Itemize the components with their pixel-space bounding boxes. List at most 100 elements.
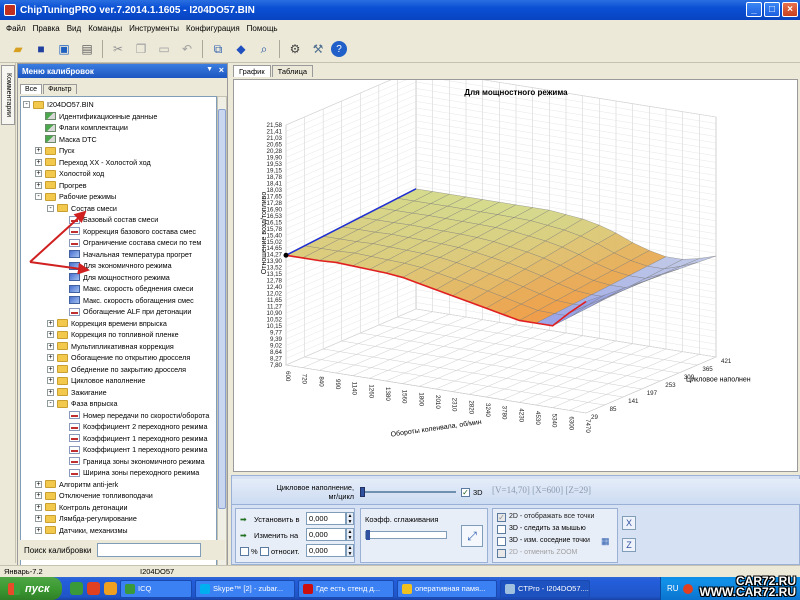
tab-table[interactable]: Таблица xyxy=(271,65,314,77)
print-icon[interactable]: ▤ xyxy=(77,39,97,59)
relative-checkbox[interactable] xyxy=(260,547,269,556)
apply-smoothing-icon[interactable]: ⤢ xyxy=(461,525,483,547)
tree-scrollbar[interactable] xyxy=(217,96,227,585)
undo-icon[interactable]: ↶ xyxy=(177,39,197,59)
tree-item[interactable]: - Рабочие режимы xyxy=(35,191,116,202)
tree-scrollbar-thumb[interactable] xyxy=(218,109,226,509)
tools-icon[interactable]: ⚒ xyxy=(308,39,328,59)
tree-item[interactable]: Маска DTC xyxy=(35,134,97,145)
task-opera[interactable]: Где есть стенд д... xyxy=(298,579,394,598)
relative-value-spinner[interactable]: ▲ ▼ xyxy=(346,544,354,557)
set-value-spinner[interactable]: ▲ ▼ xyxy=(346,512,354,525)
help-icon[interactable]: ? xyxy=(331,41,347,57)
task-chrome[interactable]: оперативная памя... xyxy=(397,579,497,598)
tree-item[interactable]: Ширина зоны переходного режима xyxy=(59,467,199,478)
tree-item[interactable]: + Переход XX - Холостой ход xyxy=(35,157,151,168)
expand-icon[interactable]: + xyxy=(47,388,54,396)
set-value-input[interactable]: 0,000 xyxy=(306,512,346,525)
opt-3d-mouse-checkbox[interactable] xyxy=(497,525,506,534)
checkbox-3d[interactable]: ✓ xyxy=(461,488,470,497)
tree-item[interactable]: Для мощностного режима xyxy=(59,272,170,283)
z-axis-button[interactable]: Z xyxy=(622,538,636,552)
expand-icon[interactable]: + xyxy=(35,526,42,534)
expand-icon[interactable]: + xyxy=(35,503,42,511)
menu-help[interactable]: Помощь xyxy=(247,24,278,33)
expand-icon[interactable]: + xyxy=(35,147,42,154)
tree-item[interactable]: Базовый состав смеси xyxy=(59,214,158,225)
tray-app-icon[interactable] xyxy=(682,583,693,594)
collapse-icon[interactable]: - xyxy=(23,101,30,108)
tree-item[interactable]: - I204DO57.BIN xyxy=(23,99,94,110)
menu-config[interactable]: Конфигурация xyxy=(186,24,240,33)
tree-item[interactable]: + Зажигание xyxy=(47,387,107,398)
percent-checkbox[interactable] xyxy=(240,547,249,556)
quicklaunch-browser-icon[interactable] xyxy=(87,582,100,595)
save-icon[interactable]: ■ xyxy=(31,39,51,59)
tree-item[interactable]: Коррекция базового состава смес xyxy=(59,226,196,237)
open-folder-icon[interactable]: ▰ xyxy=(8,39,28,59)
set-arrow-icon[interactable]: ➡ xyxy=(240,515,247,524)
tree-item[interactable]: Коэффициент 2 переходного режима xyxy=(59,421,207,432)
menu-view[interactable]: Вид xyxy=(67,24,81,33)
lang-indicator[interactable]: RU xyxy=(667,584,679,593)
tree-item[interactable]: + Обогащение по открытию дросселя xyxy=(47,352,190,363)
expand-icon[interactable]: + xyxy=(35,492,42,499)
expand-icon[interactable]: + xyxy=(35,515,42,522)
expand-icon[interactable]: + xyxy=(47,354,54,361)
grid-icon[interactable]: ▦ xyxy=(601,536,610,547)
tree-item[interactable]: Граница зоны экономичного режима xyxy=(59,456,205,467)
minimize-button[interactable]: _ xyxy=(746,2,762,17)
change-value-input[interactable]: 0,000 xyxy=(306,528,346,541)
collapse-icon[interactable]: - xyxy=(47,204,54,212)
expand-icon[interactable]: + xyxy=(47,377,54,384)
tab-all[interactable]: Все xyxy=(20,84,43,94)
tree-item[interactable]: + Холостой ход xyxy=(35,168,104,179)
tree-item[interactable]: + Коррекция по топливной пленке xyxy=(47,329,179,340)
expand-icon[interactable]: + xyxy=(35,480,42,488)
expand-icon[interactable]: + xyxy=(47,342,54,350)
x-axis-button[interactable]: X xyxy=(622,516,636,530)
save-as-icon[interactable]: ▣ xyxy=(54,39,74,59)
start-button[interactable]: пуск xyxy=(0,577,62,600)
collapse-icon[interactable]: - xyxy=(47,400,54,407)
change-value-spinner[interactable]: ▲ ▼ xyxy=(346,528,354,541)
copy-icon[interactable]: ❐ xyxy=(131,39,151,59)
expand-icon[interactable]: + xyxy=(35,181,42,189)
tab-graph[interactable]: График xyxy=(233,65,271,77)
tree-item[interactable]: - Фаза впрыска xyxy=(47,398,117,409)
comments-tab[interactable]: Комментарии xyxy=(1,65,15,125)
tree-item[interactable]: + Коррекция времени впрыска xyxy=(47,318,167,329)
tree-item[interactable]: Для экономичного режима xyxy=(59,260,172,271)
relative-value-input[interactable]: 0,000 xyxy=(306,544,346,557)
compare-icon[interactable]: ⧉ xyxy=(208,39,228,59)
paste-icon[interactable]: ▭ xyxy=(154,39,174,59)
opt-3d-neighbors-checkbox[interactable] xyxy=(497,537,506,546)
fill-slider-knob[interactable] xyxy=(360,487,365,497)
surface-chart[interactable]: 7,808,278,649,029,399,7710,1510,5210,901… xyxy=(234,68,799,473)
maximize-button[interactable]: □ xyxy=(764,2,780,17)
cut-icon[interactable]: ✂ xyxy=(108,39,128,59)
expand-icon[interactable]: + xyxy=(35,158,42,166)
tree-item[interactable]: + Отключение топливоподачи xyxy=(35,490,153,501)
tree-item[interactable]: Макс. скорость обеднения смеси xyxy=(59,283,193,294)
tree-item[interactable]: + Обеднение по закрытию дросселя xyxy=(47,364,186,375)
tree-item[interactable]: Идентификационные данные xyxy=(35,111,157,122)
smoothing-slider-knob[interactable] xyxy=(366,530,370,540)
tree-item[interactable]: + Пуск xyxy=(35,145,74,156)
tree-item[interactable]: Начальная температура прогрет xyxy=(59,249,192,260)
expand-icon[interactable]: + xyxy=(47,331,54,338)
change-arrow-icon[interactable]: ➡ xyxy=(240,531,247,540)
tab-filter[interactable]: Фильтр xyxy=(43,84,77,94)
expand-icon[interactable]: + xyxy=(35,170,42,177)
task-ctpro[interactable]: CTPro - I204DO57.... xyxy=(500,579,590,598)
tree-item[interactable]: Номер передачи по скорости/оборота xyxy=(59,410,209,421)
expand-icon[interactable]: + xyxy=(47,365,54,373)
search-input[interactable] xyxy=(97,543,202,557)
fill-slider[interactable] xyxy=(360,487,456,497)
task-icq[interactable]: ICQ xyxy=(120,579,192,598)
menu-commands[interactable]: Команды xyxy=(88,24,122,33)
quicklaunch-app-icon[interactable] xyxy=(70,582,83,595)
menu-tools[interactable]: Инструменты xyxy=(129,24,179,33)
tree-item[interactable]: + Прогрев xyxy=(35,180,87,191)
pin-icon[interactable]: ▼ xyxy=(206,66,213,73)
